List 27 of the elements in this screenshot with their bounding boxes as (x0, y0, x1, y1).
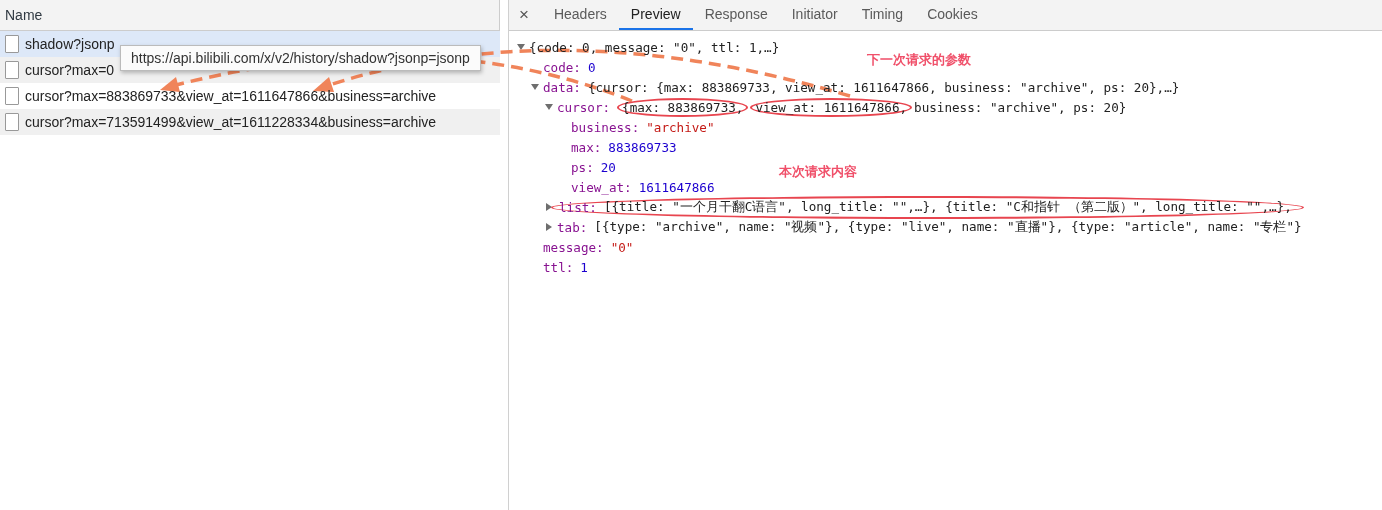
object-preview: {code: 0, message: "0", ttl: 1,…} (529, 39, 780, 55)
property-key: data: (543, 79, 581, 95)
property-key: message: (543, 239, 604, 255)
property-value: 1 (580, 259, 588, 275)
object-preview: [{title: "一个月干翻C语言", long_title: "",…}, {title: "C和指针 （第二版）", long_title: "",…}, (603, 198, 1292, 216)
property-key: ps: (571, 159, 594, 175)
object-preview: view_at: 1611647866, (750, 97, 913, 117)
object-preview: business: "archive", ps: 20} (914, 99, 1127, 115)
property-key: tab: (557, 219, 588, 235)
property-key: view_at: (571, 179, 632, 195)
tooltip: https://api.bilibili.com/x/v2/history/shadow?jsonp=jsonp (120, 45, 481, 71)
object-preview: {max: 883869733, (617, 97, 749, 117)
object-preview: [{type: "archive", name: "视频"}, {type: "live", name: "直播"}, {type: "article", name: "专栏"} (594, 218, 1302, 236)
property-key: ttl: (543, 259, 574, 275)
property-value: 0 (587, 59, 596, 75)
property-key: cursor: (557, 99, 611, 115)
annotation-label: 本次请求内容 (779, 163, 857, 181)
property-key: code: (543, 59, 581, 75)
property-key: max: (571, 139, 602, 155)
property-value: 1611647866 (638, 179, 715, 195)
property-value: 883869733 (608, 139, 677, 155)
property-value: 20 (600, 159, 616, 175)
property-key: business: (571, 119, 640, 135)
property-value: "archive" (646, 119, 715, 135)
annotation-label: 下一次请求的参数 (867, 51, 971, 69)
property-value: "0" (610, 239, 634, 255)
property-key: list: (559, 199, 597, 215)
